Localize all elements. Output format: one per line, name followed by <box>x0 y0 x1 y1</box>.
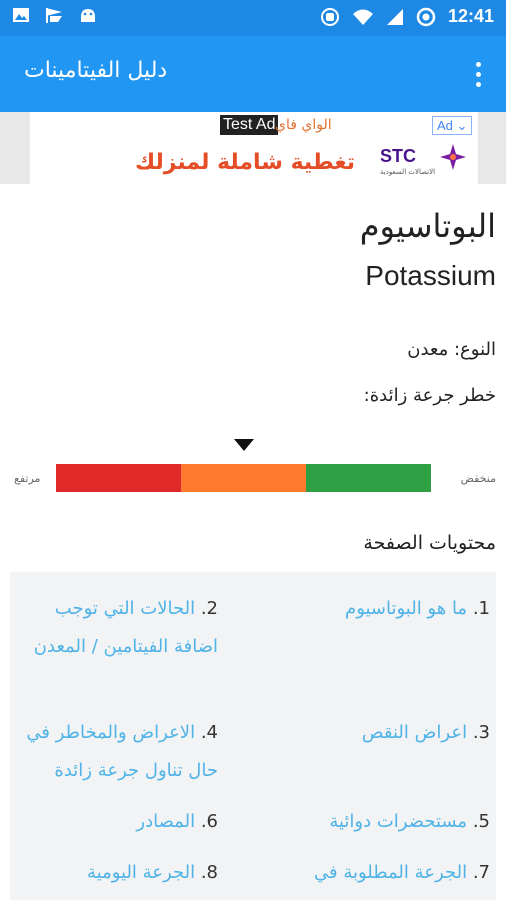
risk-meter: منخفض مرتفع <box>0 437 506 497</box>
ad-main-text: تغطية شاملة لمنزلك <box>135 150 356 175</box>
toc-link[interactable]: الحالات التي توجب اضافة الفيتامين / المع… <box>34 598 218 657</box>
toc-link[interactable]: ما هو البوتاسيوم <box>345 598 467 619</box>
status-bar-notifications <box>12 6 98 24</box>
ad-banner[interactable]: Test Ad الواي فاي تغطية شاملة لمنزلك STC… <box>30 112 478 184</box>
ad-banner-area: Test Ad الواي فاي تغطية شاملة لمنزلك STC… <box>0 112 506 184</box>
toc-link[interactable]: المصادر <box>136 811 195 832</box>
data-saver-icon <box>416 7 436 26</box>
android-icon <box>81 9 95 22</box>
page-title-english: Potassium <box>365 260 496 291</box>
toc-item-6[interactable]: 6. المصادر <box>18 803 218 841</box>
toc-item-4[interactable]: 4. الاعراض والمخاطر في حال تناول جرعة زا… <box>0 714 218 790</box>
risk-bar <box>56 464 431 492</box>
app-bar: دليل الفيتامينات <box>0 36 506 112</box>
status-bar: 12:41 <box>0 0 506 36</box>
contents-heading: محتويات الصفحة <box>363 532 496 554</box>
toc-link[interactable]: الجرعة المطلوبة في <box>314 862 467 883</box>
stc-brand: STC <box>380 146 416 166</box>
toc-link[interactable]: الاعراض والمخاطر في حال تناول جرعة زائدة <box>26 722 218 781</box>
nutrient-type: النوع: معدن <box>407 339 496 360</box>
status-bar-system: 12:41 <box>320 6 494 27</box>
toc-item-1[interactable]: 1. ما هو البوتاسيوم <box>258 590 490 628</box>
risk-segment-low <box>306 464 431 492</box>
toc-item-7[interactable]: 7. الجرعة المطلوبة في <box>258 854 490 892</box>
toc-link[interactable]: مستحضرات دوائية <box>329 811 467 832</box>
sync-icon <box>320 7 339 26</box>
toc-item-5[interactable]: 5. مستحضرات دوائية <box>258 803 490 841</box>
table-of-contents: 1. ما هو البوتاسيوم 2. الحالات التي توجب… <box>10 572 496 900</box>
risk-high-label: مرتفع <box>14 472 41 485</box>
flag-icon <box>46 8 62 23</box>
toc-item-3[interactable]: 3. اعراض النقص <box>258 714 490 752</box>
toc-item-8[interactable]: 8. الجرعة اليومية <box>18 854 218 892</box>
wifi-icon <box>352 9 373 25</box>
stc-logo: STC الاتصالات السعودية <box>380 142 468 182</box>
toc-link[interactable]: الجرعة اليومية <box>87 862 195 883</box>
ad-choices-label: Ad <box>437 118 453 133</box>
status-time: 12:41 <box>447 6 494 26</box>
stc-mark-icon <box>440 144 466 170</box>
ad-top-text: الواي فاي <box>275 117 332 133</box>
signal-icon <box>386 8 403 25</box>
ad-choices-button[interactable]: Ad ⌄ <box>432 116 473 135</box>
toc-item-2[interactable]: 2. الحالات التي توجب اضافة الفيتامين / ا… <box>18 590 218 666</box>
app-title: دليل الفيتامينات <box>24 58 168 83</box>
test-ad-label: Test Ad <box>220 115 279 135</box>
overdose-risk-label: خطر جرعة زائدة: <box>363 385 496 406</box>
chevron-down-icon: ⌄ <box>456 118 468 133</box>
risk-segment-high <box>56 464 181 492</box>
page-title-arabic: البوتاسيوم <box>359 207 496 245</box>
more-vert-icon[interactable] <box>476 62 484 88</box>
stc-brand-sub: الاتصالات السعودية <box>380 168 436 176</box>
image-icon <box>13 8 29 22</box>
risk-segment-medium <box>181 464 306 492</box>
risk-marker-icon <box>233 439 254 451</box>
toc-link[interactable]: اعراض النقص <box>362 722 467 743</box>
risk-low-label: منخفض <box>460 472 496 485</box>
